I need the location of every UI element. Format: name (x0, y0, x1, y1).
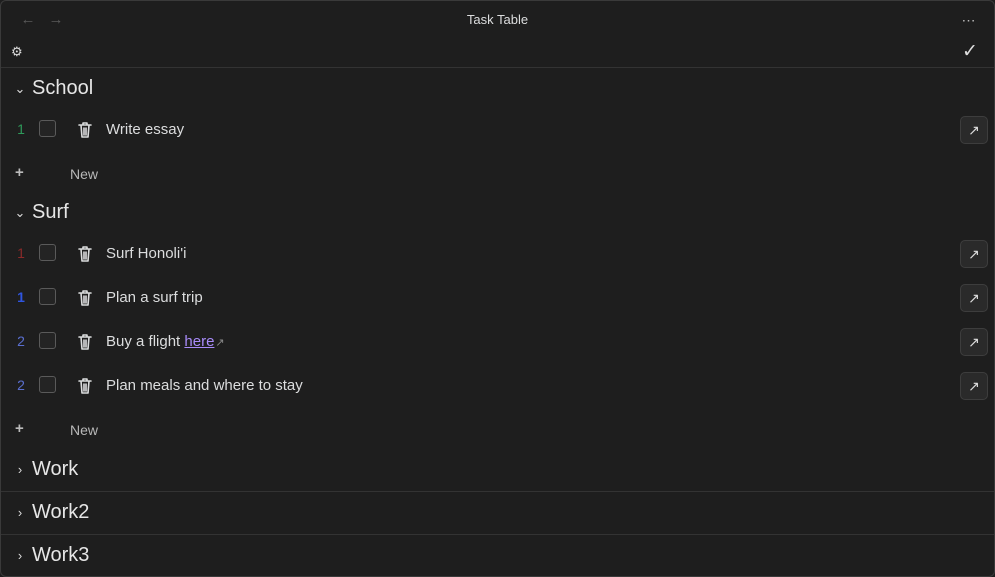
group-header-work2[interactable]: › Work2 (1, 492, 994, 534)
new-task-label[interactable]: New (70, 422, 98, 438)
task-text[interactable]: Buy a flight here↗ (106, 333, 225, 350)
priority-label: 2 (17, 333, 25, 349)
new-task-label[interactable]: New (70, 166, 98, 182)
trash-icon[interactable] (73, 118, 97, 142)
task-text[interactable]: Surf Honoli'i (106, 245, 186, 262)
gear-icon[interactable]: ⚙ (11, 45, 25, 59)
task-row: 2 Plan meals and where to stay ↗ (1, 364, 994, 408)
task-text[interactable]: Plan meals and where to stay (106, 377, 303, 394)
task-checkbox[interactable] (39, 376, 56, 393)
task-checkbox[interactable] (39, 332, 56, 349)
trash-icon[interactable] (73, 242, 97, 266)
task-row: 1 Plan a surf trip ↗ (1, 276, 994, 320)
more-horizontal-icon[interactable]: ⋯ (958, 9, 980, 31)
group-title: Surf (32, 201, 69, 223)
group-header-work[interactable]: › Work (1, 449, 994, 491)
arrow-up-right-icon[interactable]: ↗ (960, 328, 988, 356)
plus-icon[interactable]: + (15, 164, 27, 181)
task-checkbox[interactable] (39, 244, 56, 261)
trash-icon[interactable] (73, 374, 97, 398)
task-link[interactable]: here (184, 333, 214, 350)
group-title: Work (32, 458, 79, 480)
arrow-up-right-icon[interactable]: ↗ (960, 284, 988, 312)
group-title: Work2 (32, 501, 90, 523)
task-text[interactable]: Write essay (106, 121, 184, 138)
trash-icon[interactable] (73, 286, 97, 310)
group-header-work3[interactable]: › Work3 (1, 535, 994, 576)
chevron-down-icon[interactable]: ⌄ (13, 80, 27, 98)
check-icon[interactable]: ✓ (960, 42, 980, 62)
task-checkbox[interactable] (39, 120, 56, 137)
new-task-button[interactable]: + New (1, 410, 994, 450)
task-text[interactable]: Plan a surf trip (106, 289, 203, 306)
toolbar: ⚙ ✓ (1, 39, 994, 68)
task-checkbox[interactable] (39, 288, 56, 305)
task-row: 1 Surf Honoli'i ↗ (1, 232, 994, 276)
group-header-surf[interactable]: ⌄ Surf (1, 192, 994, 234)
task-text-prefix: Buy a flight (106, 333, 185, 350)
plus-icon[interactable]: + (15, 420, 27, 437)
chevron-right-icon[interactable]: › (13, 461, 27, 479)
priority-label: 1 (17, 121, 25, 137)
task-row: 1 Write essay ↗ (1, 108, 994, 152)
arrow-up-right-icon[interactable]: ↗ (960, 240, 988, 268)
group-title: Work3 (32, 544, 90, 566)
title-bar: ← → Task Table ⋯ (1, 1, 994, 39)
priority-label: 2 (17, 377, 25, 393)
external-link-icon: ↗ (215, 337, 225, 349)
group-title: School (32, 77, 94, 99)
task-row: 2 Buy a flight here↗ ↗ (1, 320, 994, 364)
window-title: Task Table (466, 12, 529, 27)
chevron-right-icon[interactable]: › (13, 504, 27, 522)
app-window: ← → Task Table ⋯ ⚙ ✓ ⌄ School 1 Write es… (0, 0, 995, 577)
group-header-school[interactable]: ⌄ School (1, 68, 994, 110)
arrow-up-right-icon[interactable]: ↗ (960, 372, 988, 400)
new-task-button[interactable]: + New (1, 154, 994, 194)
trash-icon[interactable] (73, 330, 97, 354)
priority-label: 1 (17, 245, 25, 261)
chevron-down-icon[interactable]: ⌄ (13, 204, 27, 222)
priority-label: 1 (17, 289, 25, 305)
chevron-right-icon[interactable]: › (13, 547, 27, 565)
arrow-up-right-icon[interactable]: ↗ (960, 116, 988, 144)
